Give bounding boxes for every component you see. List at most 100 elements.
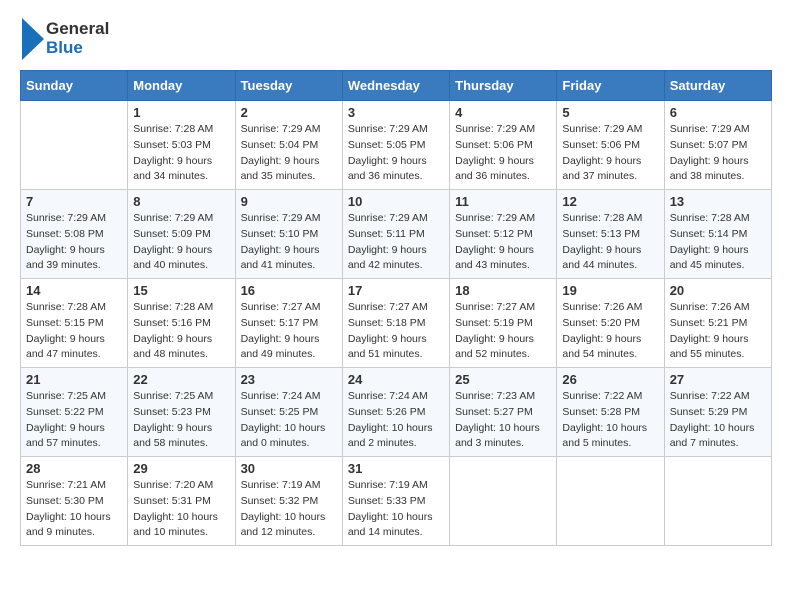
- day-info: Sunrise: 7:29 AMSunset: 5:05 PMDaylight:…: [348, 122, 444, 185]
- day-info: Sunrise: 7:29 AMSunset: 5:07 PMDaylight:…: [670, 122, 766, 185]
- calendar-cell: 9 Sunrise: 7:29 AMSunset: 5:10 PMDaylight…: [235, 190, 342, 279]
- day-info: Sunrise: 7:25 AMSunset: 5:23 PMDaylight:…: [133, 389, 229, 452]
- calendar-week-row: 21 Sunrise: 7:25 AMSunset: 5:22 PMDayligh…: [21, 368, 772, 457]
- day-info: Sunrise: 7:27 AMSunset: 5:18 PMDaylight:…: [348, 300, 444, 363]
- calendar-cell: 20Sunrise: 7:26 AMSunset: 5:21 PMDayligh…: [664, 279, 771, 368]
- calendar-cell: 27 Sunrise: 7:22 AMSunset: 5:29 PMDayligh…: [664, 368, 771, 457]
- calendar-cell: 13 Sunrise: 7:28 AMSunset: 5:14 PMDayligh…: [664, 190, 771, 279]
- calendar-cell: 5 Sunrise: 7:29 AMSunset: 5:06 PMDaylight…: [557, 101, 664, 190]
- calendar-cell: 15 Sunrise: 7:28 AMSunset: 5:16 PMDayligh…: [128, 279, 235, 368]
- day-info: Sunrise: 7:28 AMSunset: 5:14 PMDaylight:…: [670, 211, 766, 274]
- calendar-cell: 16 Sunrise: 7:27 AMSunset: 5:17 PMDayligh…: [235, 279, 342, 368]
- calendar-table: SundayMondayTuesdayWednesdayThursdayFrid…: [20, 70, 772, 546]
- day-info: Sunrise: 7:27 AMSunset: 5:17 PMDaylight:…: [241, 300, 337, 363]
- day-info: Sunrise: 7:28 AMSunset: 5:03 PMDaylight:…: [133, 122, 229, 185]
- day-info: Sunrise: 7:24 AMSunset: 5:26 PMDaylight:…: [348, 389, 444, 452]
- calendar-cell: 18 Sunrise: 7:27 AMSunset: 5:19 PMDayligh…: [450, 279, 557, 368]
- day-number: 11: [455, 194, 551, 209]
- day-number: 17: [348, 283, 444, 298]
- day-number: 28: [26, 461, 122, 476]
- weekday-header-saturday: Saturday: [664, 71, 771, 101]
- day-number: 13: [670, 194, 766, 209]
- day-number: 27: [670, 372, 766, 387]
- day-info: Sunrise: 7:20 AMSunset: 5:31 PMDaylight:…: [133, 478, 229, 541]
- day-info: Sunrise: 7:29 AMSunset: 5:10 PMDaylight:…: [241, 211, 337, 274]
- calendar-cell: 29 Sunrise: 7:20 AMSunset: 5:31 PMDayligh…: [128, 457, 235, 546]
- calendar-cell: [664, 457, 771, 546]
- day-info: Sunrise: 7:28 AMSunset: 5:15 PMDaylight:…: [26, 300, 122, 363]
- day-info: Sunrise: 7:29 AMSunset: 5:11 PMDaylight:…: [348, 211, 444, 274]
- day-info: Sunrise: 7:29 AMSunset: 5:06 PMDaylight:…: [455, 122, 551, 185]
- day-info: Sunrise: 7:29 AMSunset: 5:09 PMDaylight:…: [133, 211, 229, 274]
- logo: GeneralBlue: [20, 18, 109, 60]
- day-number: 24: [348, 372, 444, 387]
- calendar-cell: 17 Sunrise: 7:27 AMSunset: 5:18 PMDayligh…: [342, 279, 449, 368]
- weekday-header-thursday: Thursday: [450, 71, 557, 101]
- day-info: Sunrise: 7:26 AMSunset: 5:21 PMDaylight:…: [670, 300, 766, 363]
- day-number: 2: [241, 105, 337, 120]
- calendar-cell: 1Sunrise: 7:28 AMSunset: 5:03 PMDaylight…: [128, 101, 235, 190]
- day-number: 22: [133, 372, 229, 387]
- day-number: 15: [133, 283, 229, 298]
- calendar-cell: 11Sunrise: 7:29 AMSunset: 5:12 PMDayligh…: [450, 190, 557, 279]
- day-number: 6: [670, 105, 766, 120]
- day-number: 10: [348, 194, 444, 209]
- weekday-header-row: SundayMondayTuesdayWednesdayThursdayFrid…: [21, 71, 772, 101]
- calendar-cell: 26 Sunrise: 7:22 AMSunset: 5:28 PMDayligh…: [557, 368, 664, 457]
- day-number: 8: [133, 194, 229, 209]
- weekday-header-monday: Monday: [128, 71, 235, 101]
- day-number: 18: [455, 283, 551, 298]
- calendar-cell: 31Sunrise: 7:19 AMSunset: 5:33 PMDayligh…: [342, 457, 449, 546]
- calendar-cell: 28 Sunrise: 7:21 AMSunset: 5:30 PMDayligh…: [21, 457, 128, 546]
- calendar-cell: 6 Sunrise: 7:29 AMSunset: 5:07 PMDaylight…: [664, 101, 771, 190]
- day-info: Sunrise: 7:22 AMSunset: 5:28 PMDaylight:…: [562, 389, 658, 452]
- day-number: 23: [241, 372, 337, 387]
- logo-general-text: General: [46, 20, 109, 39]
- calendar-week-row: 14 Sunrise: 7:28 AMSunset: 5:15 PMDayligh…: [21, 279, 772, 368]
- day-info: Sunrise: 7:23 AMSunset: 5:27 PMDaylight:…: [455, 389, 551, 452]
- calendar-cell: 7Sunrise: 7:29 AMSunset: 5:08 PMDaylight…: [21, 190, 128, 279]
- day-info: Sunrise: 7:28 AMSunset: 5:16 PMDaylight:…: [133, 300, 229, 363]
- weekday-header-tuesday: Tuesday: [235, 71, 342, 101]
- day-info: Sunrise: 7:21 AMSunset: 5:30 PMDaylight:…: [26, 478, 122, 541]
- day-number: 16: [241, 283, 337, 298]
- calendar-cell: 30 Sunrise: 7:19 AMSunset: 5:32 PMDayligh…: [235, 457, 342, 546]
- day-number: 14: [26, 283, 122, 298]
- calendar-cell: [557, 457, 664, 546]
- day-info: Sunrise: 7:29 AMSunset: 5:04 PMDaylight:…: [241, 122, 337, 185]
- logo-blue-text: Blue: [46, 39, 109, 58]
- weekday-header-wednesday: Wednesday: [342, 71, 449, 101]
- calendar-cell: 24 Sunrise: 7:24 AMSunset: 5:26 PMDayligh…: [342, 368, 449, 457]
- day-info: Sunrise: 7:29 AMSunset: 5:06 PMDaylight:…: [562, 122, 658, 185]
- calendar-cell: 25 Sunrise: 7:23 AMSunset: 5:27 PMDayligh…: [450, 368, 557, 457]
- calendar-cell: 8 Sunrise: 7:29 AMSunset: 5:09 PMDaylight…: [128, 190, 235, 279]
- day-number: 30: [241, 461, 337, 476]
- day-info: Sunrise: 7:19 AMSunset: 5:32 PMDaylight:…: [241, 478, 337, 541]
- day-number: 21: [26, 372, 122, 387]
- day-info: Sunrise: 7:29 AMSunset: 5:08 PMDaylight:…: [26, 211, 122, 274]
- calendar-cell: 19Sunrise: 7:26 AMSunset: 5:20 PMDayligh…: [557, 279, 664, 368]
- day-number: 29: [133, 461, 229, 476]
- day-number: 12: [562, 194, 658, 209]
- calendar-cell: 12Sunrise: 7:28 AMSunset: 5:13 PMDayligh…: [557, 190, 664, 279]
- calendar-cell: 23Sunrise: 7:24 AMSunset: 5:25 PMDayligh…: [235, 368, 342, 457]
- day-number: 19: [562, 283, 658, 298]
- weekday-header-friday: Friday: [557, 71, 664, 101]
- calendar-week-row: 7Sunrise: 7:29 AMSunset: 5:08 PMDaylight…: [21, 190, 772, 279]
- calendar-cell: 21 Sunrise: 7:25 AMSunset: 5:22 PMDayligh…: [21, 368, 128, 457]
- weekday-header-sunday: Sunday: [21, 71, 128, 101]
- calendar-cell: 2 Sunrise: 7:29 AMSunset: 5:04 PMDaylight…: [235, 101, 342, 190]
- calendar-cell: 3 Sunrise: 7:29 AMSunset: 5:05 PMDaylight…: [342, 101, 449, 190]
- calendar-week-row: 28 Sunrise: 7:21 AMSunset: 5:30 PMDayligh…: [21, 457, 772, 546]
- day-number: 25: [455, 372, 551, 387]
- day-number: 26: [562, 372, 658, 387]
- day-info: Sunrise: 7:27 AMSunset: 5:19 PMDaylight:…: [455, 300, 551, 363]
- day-number: 3: [348, 105, 444, 120]
- day-info: Sunrise: 7:25 AMSunset: 5:22 PMDaylight:…: [26, 389, 122, 452]
- day-info: Sunrise: 7:19 AMSunset: 5:33 PMDaylight:…: [348, 478, 444, 541]
- day-info: Sunrise: 7:22 AMSunset: 5:29 PMDaylight:…: [670, 389, 766, 452]
- day-number: 5: [562, 105, 658, 120]
- logo-icon: [22, 18, 44, 60]
- day-number: 9: [241, 194, 337, 209]
- calendar-cell: 22 Sunrise: 7:25 AMSunset: 5:23 PMDayligh…: [128, 368, 235, 457]
